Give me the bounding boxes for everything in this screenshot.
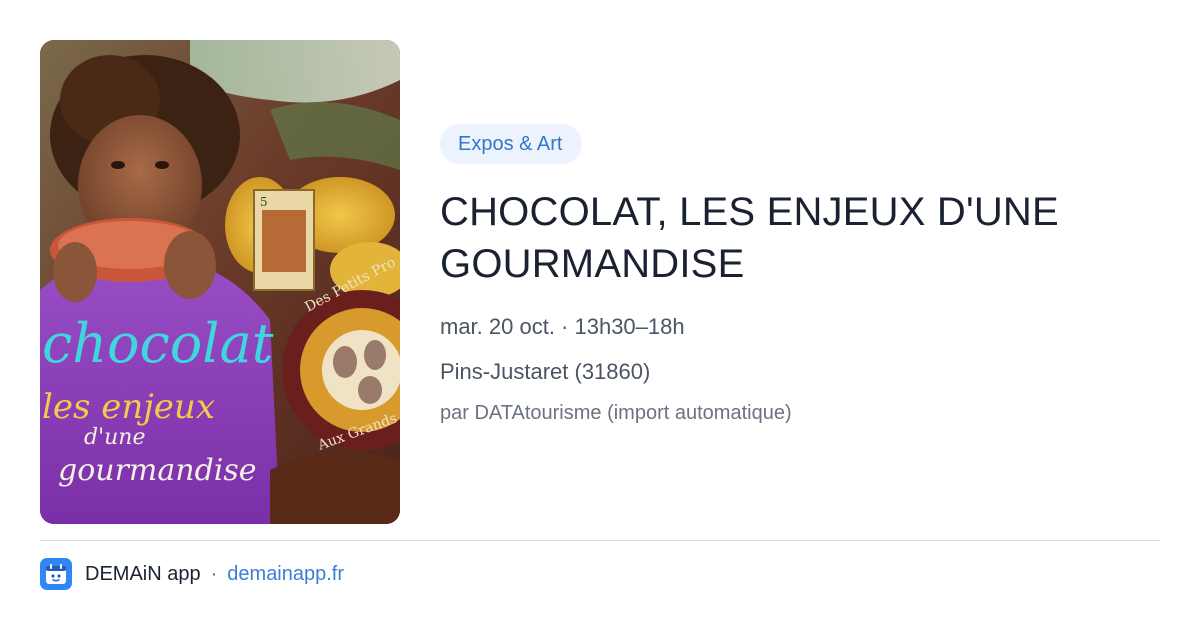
poster-illustration: 5 Des Petits Pro Aux Grands A chocolat l… bbox=[40, 40, 400, 524]
poster-title-line4: gourmandise bbox=[58, 453, 257, 488]
stamp-value: 5 bbox=[260, 195, 268, 209]
event-date-time: mar. 20 oct. · 13h30–18h bbox=[440, 314, 685, 339]
event-location: Pins-Justaret (31860) bbox=[440, 359, 651, 384]
footer-separator: · bbox=[210, 562, 218, 585]
calendar-face-icon bbox=[46, 564, 66, 584]
event-title[interactable]: CHOCOLAT, LES ENJEUX D'UNE GOURMANDISE bbox=[440, 186, 1160, 290]
event-info: Expos & Art CHOCOLAT, LES ENJEUX D'UNE G… bbox=[440, 124, 1160, 427]
poster-title-line3: d'une bbox=[84, 425, 146, 450]
event-poster-image: 5 Des Petits Pro Aux Grands A chocolat l… bbox=[40, 40, 400, 524]
app-name: DEMAiN app bbox=[85, 562, 201, 585]
footer: DEMAiN app · demainapp.fr bbox=[40, 558, 344, 590]
footer-divider bbox=[40, 540, 1160, 541]
app-domain-link[interactable]: demainapp.fr bbox=[227, 563, 344, 586]
app-logo-icon[interactable] bbox=[40, 558, 72, 590]
poster-title-line1: chocolat bbox=[42, 312, 274, 375]
event-source: par DATAtourisme (import automatique) bbox=[440, 402, 792, 424]
category-badge[interactable]: Expos & Art bbox=[440, 124, 582, 164]
poster-title-line2: les enjeux bbox=[42, 387, 215, 427]
